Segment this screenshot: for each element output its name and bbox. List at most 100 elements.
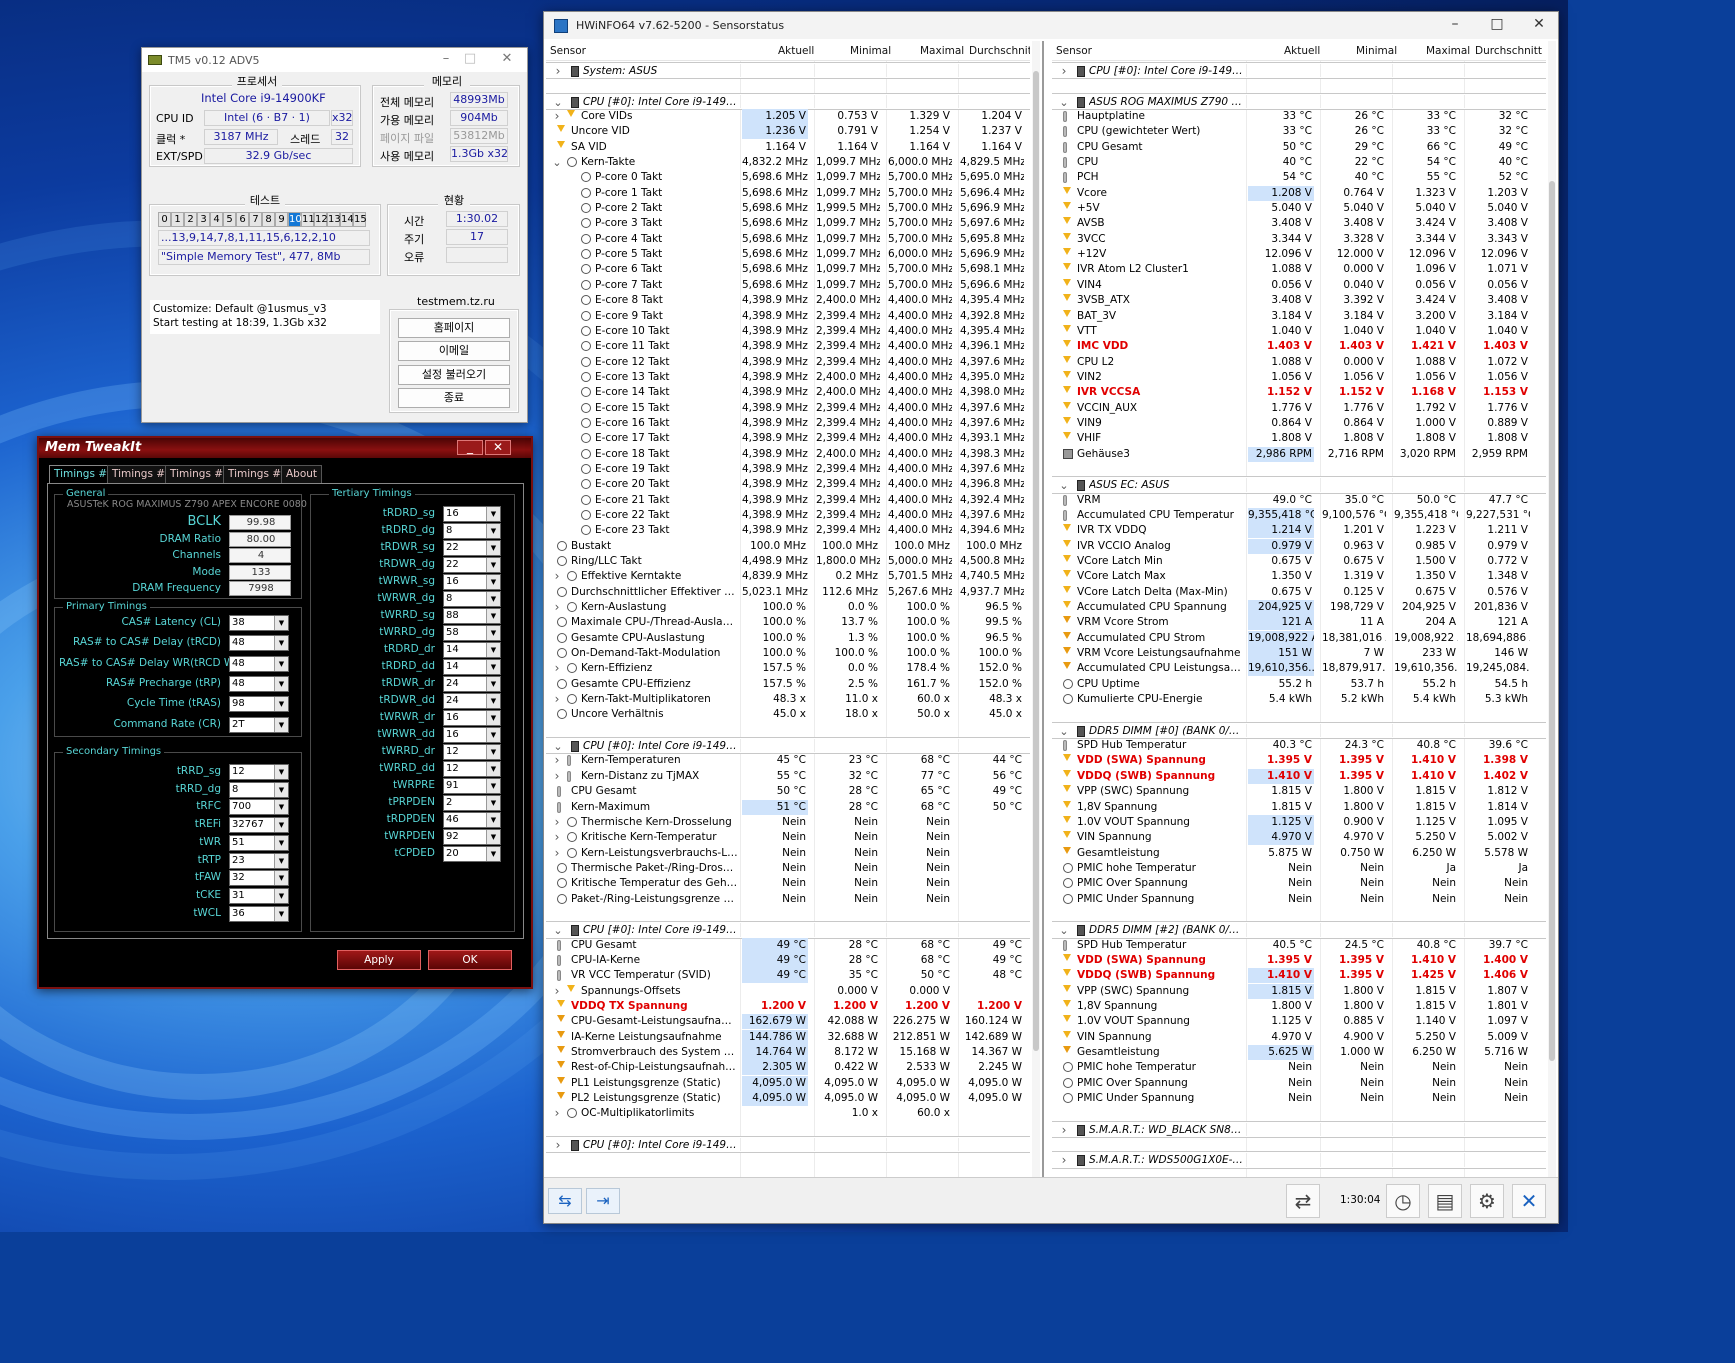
timing-dropdown[interactable]: 22 ▼ (443, 540, 501, 556)
sensor-row[interactable]: VCore Latch Delta (Max-Min) 0.675 V 0.125 … (1052, 585, 1546, 600)
sensor-row[interactable]: VRM Vcore Strom 121 A 11 A 204 A 121 A (1052, 615, 1546, 631)
sensor-row[interactable]: P-core 1 Takt 5,698.6 MHz 1,099.7 MHz 5,700… (546, 186, 1030, 201)
expand-down-icon[interactable]: ⌄ (1059, 724, 1069, 739)
timing-dropdown[interactable]: 92 ▼ (443, 829, 501, 845)
timing-dropdown[interactable]: 58 ▼ (443, 625, 501, 641)
sensor-row[interactable]: › Spannungs-Offsets 0.000 V 0.000 V (546, 984, 1030, 999)
chevron-down-icon[interactable]: ▼ (486, 660, 500, 674)
sensor-row[interactable]: On-Demand-Takt-Modulation 100.0 % 100.0 % 1… (546, 646, 1030, 661)
tm5-titlebar[interactable]: TM5 v0.12 ADV5 – □ ✕ (142, 48, 527, 72)
sensor-row[interactable]: › OC-Multiplikatorlimits 1.0 x 60.0 x (546, 1106, 1030, 1121)
sensor-row[interactable]: Ring/LLC Takt 4,498.9 MHz 1,800.0 MHz 5,000… (546, 554, 1030, 569)
chevron-down-icon[interactable]: ▼ (486, 728, 500, 742)
network-icon[interactable]: ⇄ (1286, 1184, 1320, 1218)
sensor-row[interactable]: Bustakt 100.0 MHz 100.0 MHz 100.0 MHz 100.0 … (546, 539, 1030, 554)
expand-down-icon[interactable]: ⌄ (553, 739, 563, 754)
sensor-row[interactable]: VDDQ (SWB) Spannung 1.410 V 1.395 V 1.425 V… (1052, 968, 1546, 984)
chevron-down-icon[interactable]: ▼ (274, 888, 288, 903)
expand-right-icon[interactable]: › (1059, 1123, 1069, 1138)
scrollbar-thumb[interactable] (1033, 71, 1039, 1051)
timing-dropdown[interactable]: 32 ▼ (229, 870, 289, 887)
chevron-down-icon[interactable]: ▼ (274, 871, 288, 886)
chevron-down-icon[interactable]: ▼ (486, 830, 500, 844)
close-icon[interactable]: ✕ (1528, 16, 1550, 36)
sensor-row[interactable]: › Kern-Distanz zu TjMAX 55 °C 32 °C 77 °C 56 … (546, 769, 1030, 784)
expand-right-icon[interactable]: › (552, 753, 562, 768)
sensor-row[interactable]: Uncore VID 1.236 V 0.791 V 1.254 V 1.237 V (546, 124, 1030, 140)
sensor-group-row[interactable]: › S.M.A.R.T.: WDS500G1X0E-00A... (1052, 1151, 1546, 1169)
sensor-row[interactable]: VR VCC Temperatur (SVID) 49 °C 35 °C 50 °C 4… (546, 968, 1030, 984)
sensor-row[interactable]: AVSB 3.408 V 3.408 V 3.424 V 3.408 V (1052, 216, 1546, 231)
sensor-row[interactable]: BAT_3V 3.184 V 3.184 V 3.200 V 3.184 V (1052, 309, 1546, 324)
sensor-row[interactable]: 3VCC 3.344 V 3.328 V 3.344 V 3.343 V (1052, 232, 1546, 247)
sensor-row[interactable]: CPU Gesamt 50 °C 29 °C 66 °C 49 °C (1052, 140, 1546, 155)
chevron-down-icon[interactable]: ▼ (486, 541, 500, 555)
expand-right-icon[interactable]: › (552, 846, 562, 861)
timing-dropdown[interactable]: 22 ▼ (443, 557, 501, 573)
clock-icon[interactable]: ◷ (1386, 1184, 1420, 1218)
sensor-row[interactable]: Gesamte CPU-Effizienz 157.5 % 2.5 % 161.7 %… (546, 677, 1030, 692)
chevron-down-icon[interactable]: ▼ (274, 697, 288, 712)
expand-down-icon[interactable]: ⌄ (1059, 95, 1069, 110)
scrollbar-right[interactable] (1548, 41, 1556, 1179)
sensor-row[interactable]: VDDQ TX Spannung 1.200 V 1.200 V 1.200 V 1.2… (546, 999, 1030, 1014)
chevron-down-icon[interactable]: ▼ (486, 609, 500, 623)
expand-right-icon[interactable]: › (552, 661, 562, 676)
col-minimum[interactable]: Minimal (1356, 45, 1397, 57)
sensor-row[interactable]: 3VSB_ATX 3.408 V 3.392 V 3.424 V 3.408 V (1052, 293, 1546, 308)
sensor-row[interactable]: › Kern-Effizienz 157.5 % 0.0 % 178.4 % 152.0 … (546, 661, 1030, 676)
sensor-row[interactable]: VCore Latch Min 0.675 V 0.675 V 1.500 V 0.77… (1052, 554, 1546, 569)
chevron-down-icon[interactable]: ▼ (486, 575, 500, 589)
timing-dropdown[interactable]: 8 ▼ (229, 781, 289, 798)
sensor-row[interactable]: › Kritische Kern-Temperatur Nein Nein Nein (546, 830, 1030, 845)
sensor-group-row[interactable]: ⌄ CPU [#0]: Intel Core i9-14900KF (546, 92, 1030, 111)
expand-right-icon[interactable]: › (552, 984, 562, 999)
chevron-down-icon[interactable]: ▼ (486, 524, 500, 538)
timing-dropdown[interactable]: 32767 ▼ (229, 817, 289, 834)
sensor-row[interactable]: VPP (SWC) Spannung 1.815 V 1.800 V 1.815 V 1… (1052, 784, 1546, 799)
sensor-row[interactable]: CPU Gesamt 49 °C 28 °C 68 °C 49 °C (546, 937, 1030, 953)
sensor-row[interactable]: › Kern-Temperaturen 45 °C 23 °C 68 °C 44 °C (546, 753, 1030, 768)
sensor-row[interactable]: Paket-/Ring-Leistungsgrenze übe... Nein Ne… (546, 892, 1030, 907)
sensor-row[interactable]: VIN Spannung 4.970 V 4.970 V 5.250 V 5.002 V (1052, 830, 1546, 846)
expand-down-icon[interactable]: ⌄ (1059, 923, 1069, 938)
sensor-row[interactable]: › Kern-Leistungsverbrauchs-Lim... Nein Nein… (546, 846, 1030, 861)
chevron-down-icon[interactable]: ▼ (486, 711, 500, 725)
expand-right-icon[interactable]: › (1059, 64, 1069, 79)
sensor-row[interactable]: SA VID 1.164 V 1.164 V 1.164 V 1.164 V (546, 140, 1030, 155)
sensor-row[interactable]: 1,8V Spannung 1.800 V 1.800 V 1.815 V 1.801 … (1052, 999, 1546, 1014)
collapse-arrows-icon[interactable]: ⇥ (586, 1188, 620, 1214)
timing-dropdown[interactable]: 20 ▼ (443, 846, 501, 862)
chevron-down-icon[interactable]: ▼ (486, 796, 500, 810)
sensor-row[interactable]: Vcore 1.208 V 0.764 V 1.323 V 1.203 V (1052, 185, 1546, 201)
col-sensor[interactable]: Sensor (550, 45, 586, 57)
sensor-row[interactable]: VDD (SWA) Spannung 1.395 V 1.395 V 1.410 V 1… (1052, 953, 1546, 968)
sensor-row[interactable]: 1.0V VOUT Spannung 1.125 V 0.885 V 1.140 V 1… (1052, 1014, 1546, 1029)
timing-dropdown[interactable]: 23 ▼ (229, 852, 289, 869)
sensor-row[interactable]: PMIC Over Spannung Nein Nein Nein Nein (1052, 876, 1546, 891)
sensor-row[interactable]: › Core VIDs 1.205 V 0.753 V 1.329 V 1.204 V (546, 109, 1030, 125)
chevron-down-icon[interactable]: ▼ (486, 643, 500, 657)
email-button[interactable]: 이메일 (398, 341, 510, 361)
sensor-row[interactable]: CPU L2 1.088 V 0.000 V 1.088 V 1.072 V (1052, 355, 1546, 370)
sensor-row[interactable]: E-core 16 Takt 4,398.9 MHz 2,399.4 MHz 4,40… (546, 416, 1030, 431)
sensor-row[interactable]: CPU-IA-Kerne 49 °C 28 °C 68 °C 49 °C (546, 952, 1030, 968)
sensor-row[interactable]: E-core 18 Takt 4,398.9 MHz 2,400.0 MHz 4,40… (546, 447, 1030, 462)
sensor-row[interactable]: P-core 6 Takt 5,698.6 MHz 1,099.7 MHz 5,700… (546, 262, 1030, 277)
sensor-row[interactable]: VCore Latch Max 1.350 V 1.319 V 1.350 V 1.34… (1052, 569, 1546, 584)
load-settings-button[interactable]: 설정 불러오기 (398, 365, 510, 385)
sensor-row[interactable]: P-core 4 Takt 5,698.6 MHz 1,099.7 MHz 5,700… (546, 232, 1030, 247)
timing-dropdown[interactable]: 2 ▼ (443, 795, 501, 811)
sensor-row[interactable]: Durchschnittlicher Effektiver Takt 5,023.… (546, 585, 1030, 600)
sensor-row[interactable]: IA-Kerne Leistungsaufnahme 144.786 W 32.68… (546, 1029, 1030, 1045)
sensor-group-row[interactable]: ⌄ CPU [#0]: Intel Core i9-14900KF: ... (546, 921, 1030, 939)
scrollbar-thumb[interactable] (1549, 181, 1555, 1061)
col-average[interactable]: Durchschnitt (1475, 45, 1542, 57)
chevron-down-icon[interactable]: ▼ (486, 558, 500, 572)
col-current[interactable]: Aktuell (778, 45, 814, 57)
chevron-down-icon[interactable]: ▼ (486, 745, 500, 759)
sensor-group-row[interactable]: › S.M.A.R.T.: WD_BLACK SN850 1... (1052, 1120, 1546, 1139)
sensor-row[interactable]: SPD Hub Temperatur 40.5 °C 24.5 °C 40.8 °C 3… (1052, 938, 1546, 953)
chevron-down-icon[interactable]: ▼ (274, 906, 288, 921)
sensor-row[interactable]: E-core 23 Takt 4,398.9 MHz 2,399.4 MHz 4,40… (546, 523, 1030, 538)
